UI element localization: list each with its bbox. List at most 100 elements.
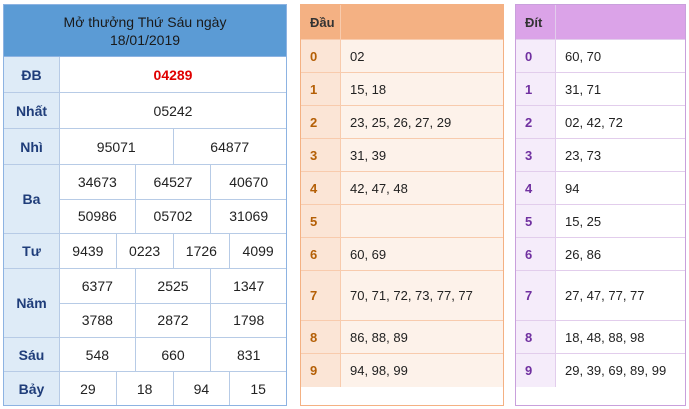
prize-number: 05702 (134, 199, 211, 233)
prize-number: 64877 (172, 129, 287, 164)
prize-row: Năm 6377 2525 1347 3788 2872 1798 (4, 269, 286, 338)
dau-row: 9 94, 98, 99 (301, 354, 503, 387)
dau-numbers: 94, 98, 99 (341, 354, 503, 387)
dau-row: 7 70, 71, 72, 73, 77, 77 (301, 271, 503, 321)
prize-number: 1347 (210, 269, 286, 303)
dit-row: 8 18, 48, 88, 98 (516, 321, 685, 354)
dau-digit: 3 (301, 139, 341, 171)
dit-numbers: 02, 42, 72 (556, 106, 685, 138)
dit-digit: 3 (516, 139, 556, 171)
dau-header-row: Đầu (301, 5, 503, 40)
dau-numbers: 02 (341, 40, 503, 72)
prize-number: 1798 (210, 303, 286, 337)
prize-number: 64527 (134, 165, 211, 199)
dit-row: 0 60, 70 (516, 40, 685, 73)
prize-row: Nhất 05242 (4, 93, 286, 129)
prize-row: Ba 34673 64527 40670 50986 05702 31069 (4, 165, 286, 234)
dau-row: 3 31, 39 (301, 139, 503, 172)
dit-digit: 7 (516, 271, 556, 320)
dau-digit: 2 (301, 106, 341, 138)
dau-digit: 6 (301, 238, 341, 270)
dau-numbers: 31, 39 (341, 139, 503, 171)
prize-label: Nhất (4, 93, 60, 128)
dit-numbers: 15, 25 (556, 205, 685, 237)
prize-label: Tư (4, 234, 60, 268)
prize-number: 3788 (81, 312, 113, 329)
prize-label: Ba (4, 165, 60, 233)
prize-number: 1726 (172, 234, 230, 268)
prize-label: Năm (4, 269, 60, 337)
dit-row: 9 29, 39, 69, 89, 99 (516, 354, 685, 387)
results-date: 18/01/2019 (109, 32, 181, 48)
dit-numbers: 23, 73 (556, 139, 685, 171)
dit-row: 1 31, 71 (516, 73, 685, 106)
dau-row: 8 86, 88, 89 (301, 321, 503, 354)
dau-body: 0 02 1 15, 18 2 23, 25, 26, 27, 29 3 31, 39 4 42,… (301, 40, 503, 387)
dit-header: Đít (516, 5, 556, 39)
dau-numbers: 60, 69 (341, 238, 503, 270)
prize-number: 18 (115, 372, 173, 405)
dit-table: Đít 0 60, 70 1 31, 71 2 02, 42, 72 3 23, 73 4 94 5… (515, 4, 686, 406)
results-table: Mở thưởng Thứ Sáu ngày 18/01/2019 ĐB 0428… (3, 4, 287, 406)
dau-numbers (341, 205, 503, 237)
dau-numbers: 23, 25, 26, 27, 29 (341, 106, 503, 138)
prize-row: Tư 9439 0223 1726 4099 (4, 234, 286, 269)
prize-row: Nhì 95071 64877 (4, 129, 286, 165)
dau-digit: 8 (301, 321, 341, 353)
dit-digit: 1 (516, 73, 556, 105)
dau-digit: 4 (301, 172, 341, 204)
dau-numbers: 70, 71, 72, 73, 77, 77 (341, 271, 503, 320)
prize-number: 4099 (229, 234, 286, 268)
prize-label: ĐB (4, 57, 60, 92)
prize-number: 29 (80, 380, 96, 397)
dit-row: 5 15, 25 (516, 205, 685, 238)
dit-digit: 9 (516, 354, 556, 387)
prize-number: 0223 (115, 234, 173, 268)
dau-header: Đầu (301, 5, 341, 39)
dit-header-row: Đít (516, 5, 685, 40)
dit-row: 3 23, 73 (516, 139, 685, 172)
dit-numbers: 31, 71 (556, 73, 685, 105)
dit-digit: 8 (516, 321, 556, 353)
prize-number: 9439 (72, 243, 104, 259)
dau-numbers: 15, 18 (341, 73, 503, 105)
dau-table: Đầu 0 02 1 15, 18 2 23, 25, 26, 27, 29 3 31, 39… (300, 4, 504, 406)
dau-numbers: 86, 88, 89 (341, 321, 503, 353)
prize-label: Nhì (4, 129, 60, 164)
prize-number: 31069 (210, 199, 286, 233)
dit-row: 6 26, 86 (516, 238, 685, 271)
dit-row: 4 94 (516, 172, 685, 205)
prize-number: 40670 (210, 165, 286, 199)
prize-number: 548 (85, 346, 110, 363)
dau-digit: 9 (301, 354, 341, 387)
dau-digit: 5 (301, 205, 341, 237)
dit-row: 7 27, 47, 77, 77 (516, 271, 685, 321)
dau-row: 1 15, 18 (301, 73, 503, 106)
dau-row: 0 02 (301, 40, 503, 73)
prize-row: Sáu 548 660 831 (4, 338, 286, 372)
prize-label: Sáu (4, 338, 60, 371)
prize-number: 831 (210, 338, 286, 371)
prize-number: 05242 (153, 102, 193, 119)
dau-digit: 0 (301, 40, 341, 72)
results-body: ĐB 04289 Nhất 05242 Nhì 95071 64877 Ba 34673 6452… (4, 57, 286, 405)
dit-digit: 5 (516, 205, 556, 237)
dau-row: 5 (301, 205, 503, 238)
prize-number: 2872 (134, 303, 211, 337)
prize-number: 94 (172, 372, 230, 405)
results-title: Mở thưởng Thứ Sáu ngày (63, 14, 227, 30)
prize-number: 34673 (77, 173, 117, 190)
dau-row: 6 60, 69 (301, 238, 503, 271)
dit-body: 0 60, 70 1 31, 71 2 02, 42, 72 3 23, 73 4 94 5 15, … (516, 40, 685, 387)
dit-digit: 4 (516, 172, 556, 204)
dit-numbers: 18, 48, 88, 98 (556, 321, 685, 353)
dit-digit: 2 (516, 106, 556, 138)
results-header: Mở thưởng Thứ Sáu ngày 18/01/2019 (4, 5, 286, 57)
dau-digit: 7 (301, 271, 341, 320)
prize-number: 2525 (134, 269, 211, 303)
dit-numbers: 60, 70 (556, 40, 685, 72)
prize-number: 6377 (81, 277, 113, 294)
prize-number: 15 (229, 372, 286, 405)
dau-digit: 1 (301, 73, 341, 105)
dit-numbers: 27, 47, 77, 77 (556, 271, 685, 320)
